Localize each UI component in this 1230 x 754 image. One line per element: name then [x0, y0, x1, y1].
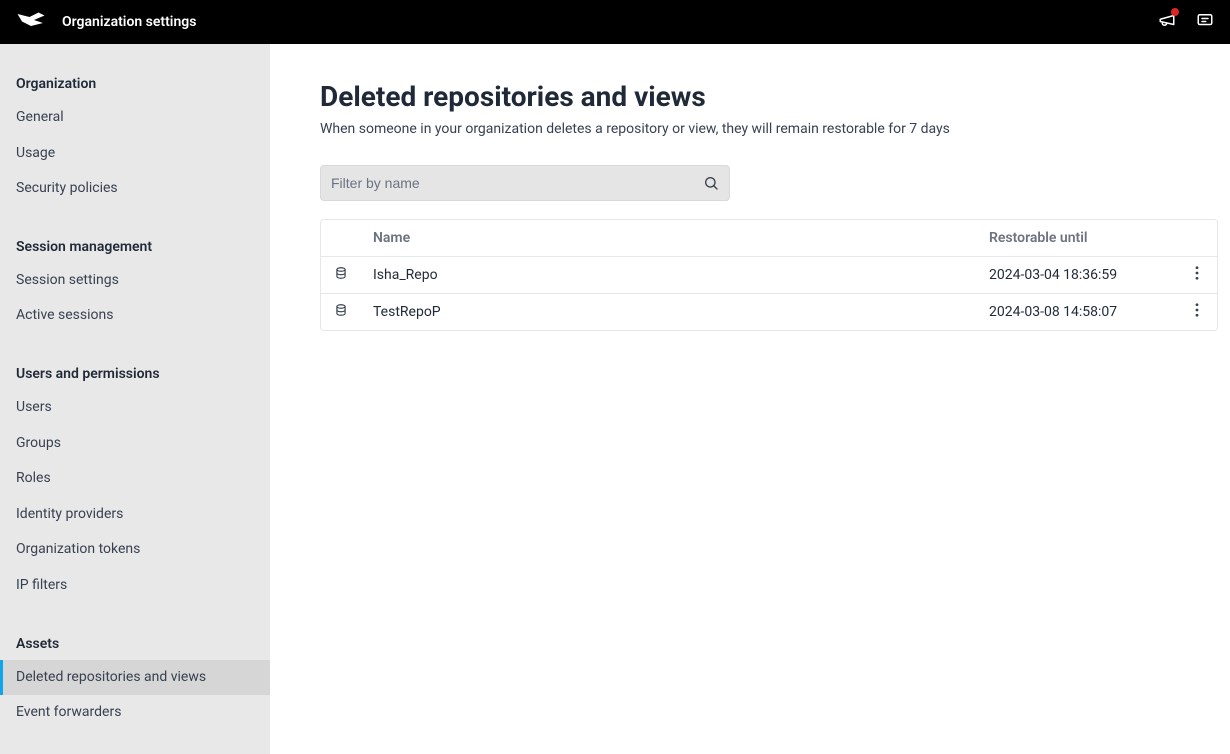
topbar-right — [1158, 11, 1214, 33]
sidebar-item-security-policies[interactable]: Security policies — [0, 171, 270, 207]
sidebar-section: OrganizationGeneralUsageSecurity policie… — [0, 68, 270, 207]
page-subtitle: When someone in your organization delete… — [320, 121, 1218, 137]
layout: OrganizationGeneralUsageSecurity policie… — [0, 44, 1230, 754]
more-vertical-icon — [1195, 303, 1199, 321]
row-name: TestRepoP — [361, 294, 977, 330]
repository-icon — [334, 305, 348, 321]
sidebar-item-session-settings[interactable]: Session settings — [0, 263, 270, 299]
table-header-restorable: Restorable until — [977, 220, 1177, 257]
sidebar-item-groups[interactable]: Groups — [0, 426, 270, 462]
table-header-actions — [1177, 220, 1217, 257]
sidebar-item-deleted-repositories-and-views[interactable]: Deleted repositories and views — [0, 660, 270, 696]
sidebar-item-general[interactable]: General — [0, 100, 270, 136]
sidebar-item-active-sessions[interactable]: Active sessions — [0, 298, 270, 334]
row-type-icon-cell — [321, 257, 361, 294]
repository-icon — [334, 268, 348, 284]
page-header-title: Organization settings — [62, 14, 196, 30]
table-header-icon — [321, 220, 361, 257]
row-actions-cell — [1177, 257, 1217, 294]
search-icon — [703, 175, 719, 191]
sidebar: OrganizationGeneralUsageSecurity policie… — [0, 44, 270, 754]
sidebar-item-usage[interactable]: Usage — [0, 136, 270, 172]
sidebar-item-ip-filters[interactable]: IP filters — [0, 568, 270, 604]
row-actions-cell — [1177, 294, 1217, 330]
main-content: Deleted repositories and views When some… — [270, 44, 1230, 754]
message-icon — [1196, 11, 1214, 33]
logo[interactable] — [16, 9, 46, 35]
sidebar-item-event-forwarders[interactable]: Event forwarders — [0, 695, 270, 731]
page-title: Deleted repositories and views — [320, 80, 1218, 113]
table-row: TestRepoP2024-03-08 14:58:07 — [321, 294, 1217, 330]
table-row: Isha_Repo2024-03-04 18:36:59 — [321, 257, 1217, 294]
sidebar-heading: Organization — [0, 68, 270, 100]
notification-dot — [1171, 8, 1179, 16]
filter-wrap — [320, 165, 730, 201]
topbar: Organization settings — [0, 0, 1230, 44]
sidebar-item-roles[interactable]: Roles — [0, 461, 270, 497]
sidebar-section: Session managementSession settingsActive… — [0, 231, 270, 334]
table-header-name: Name — [361, 220, 977, 257]
sidebar-heading: Session management — [0, 231, 270, 263]
row-name: Isha_Repo — [361, 257, 977, 294]
sidebar-section: Users and permissionsUsersGroupsRolesIde… — [0, 358, 270, 604]
filter-input[interactable] — [331, 175, 703, 191]
sidebar-item-identity-providers[interactable]: Identity providers — [0, 497, 270, 533]
falcon-icon — [16, 9, 46, 35]
row-restorable-until: 2024-03-08 14:58:07 — [977, 294, 1177, 330]
sidebar-item-users[interactable]: Users — [0, 390, 270, 426]
sidebar-heading: Users and permissions — [0, 358, 270, 390]
deleted-items-table: Name Restorable until Isha_Repo2024-03-0… — [320, 219, 1218, 331]
row-actions-button[interactable] — [1195, 266, 1199, 284]
sidebar-section: AssetsDeleted repositories and viewsEven… — [0, 628, 270, 731]
topbar-left: Organization settings — [16, 9, 196, 35]
row-actions-button[interactable] — [1195, 303, 1199, 321]
table-header-row: Name Restorable until — [321, 220, 1217, 257]
more-vertical-icon — [1195, 266, 1199, 284]
row-type-icon-cell — [321, 294, 361, 330]
messages-button[interactable] — [1196, 11, 1214, 33]
announcements-button[interactable] — [1158, 11, 1176, 33]
row-restorable-until: 2024-03-04 18:36:59 — [977, 257, 1177, 294]
sidebar-item-organization-tokens[interactable]: Organization tokens — [0, 532, 270, 568]
sidebar-heading: Assets — [0, 628, 270, 660]
